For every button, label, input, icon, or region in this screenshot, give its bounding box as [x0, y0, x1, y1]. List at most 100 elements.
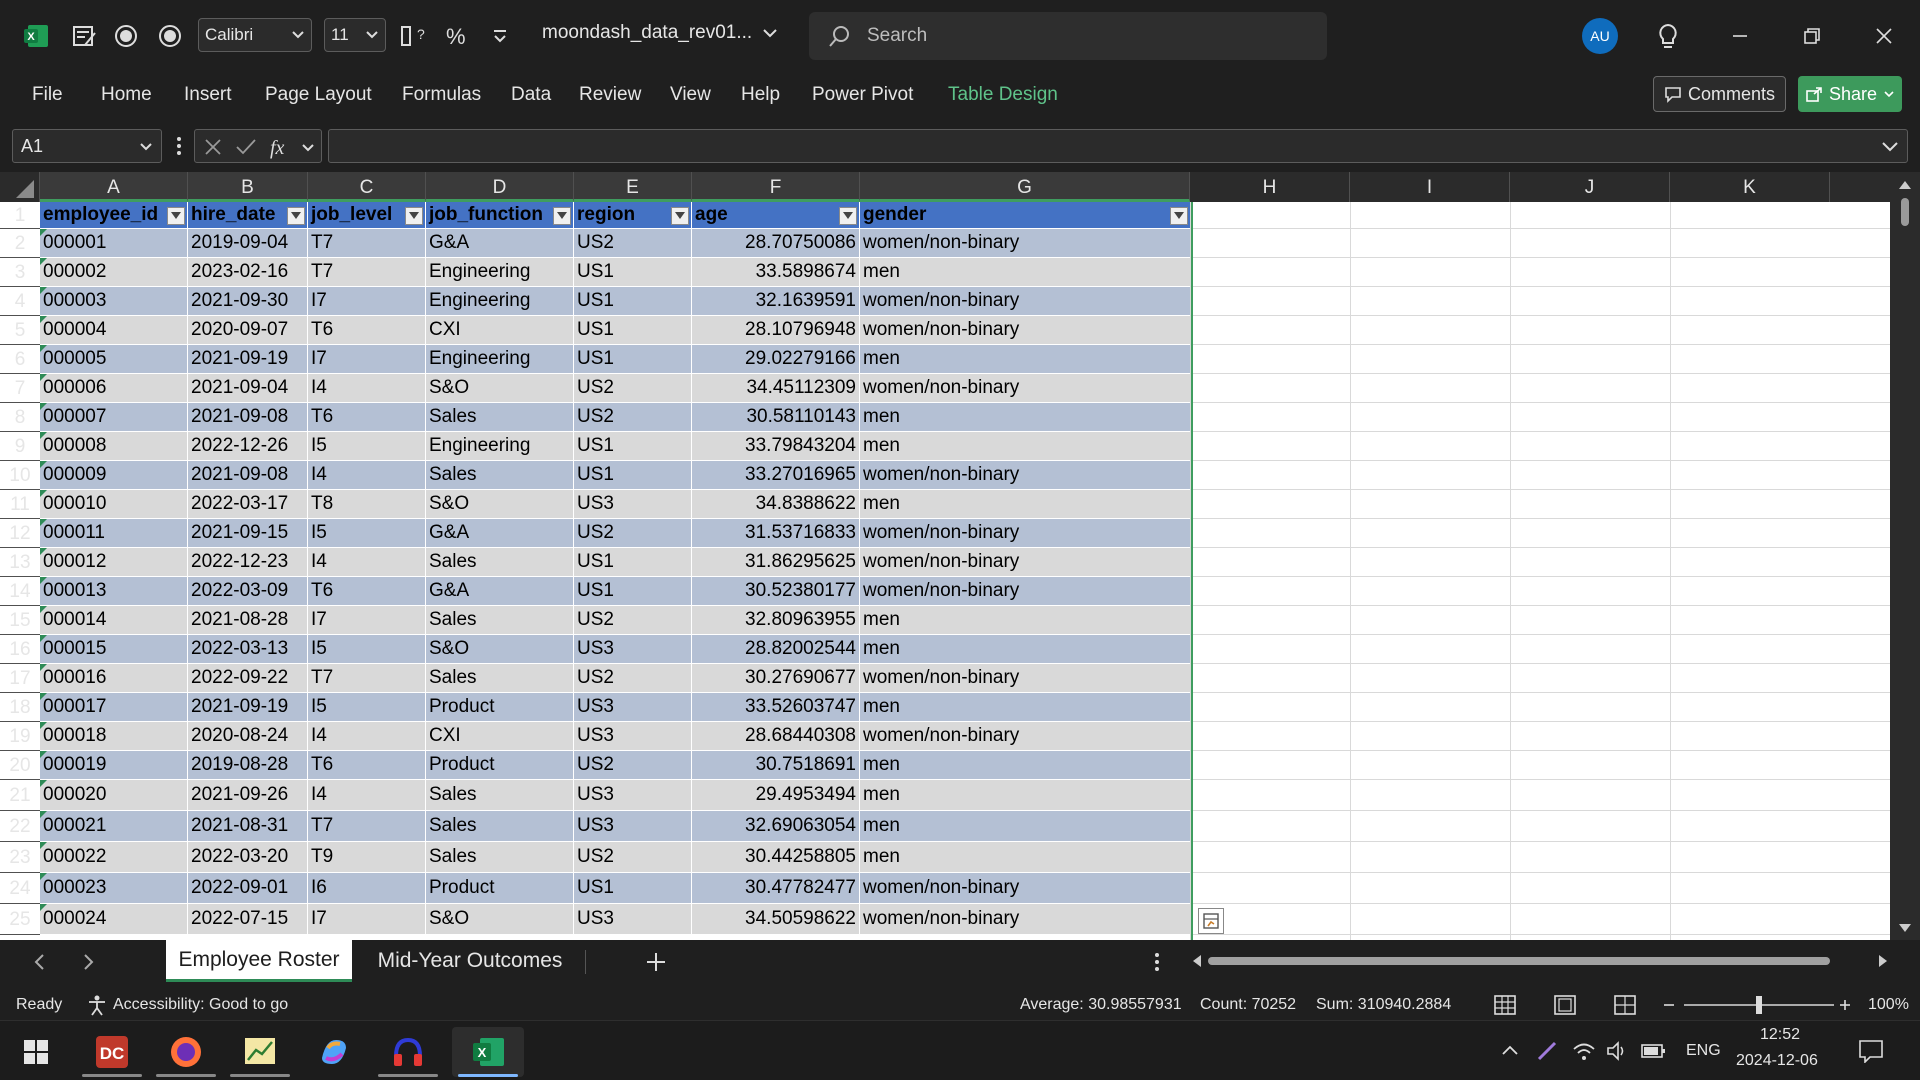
cell-job-function[interactable]: G&A — [426, 519, 574, 547]
row-header-12[interactable]: 12 — [0, 519, 40, 548]
quick-access-form-icon[interactable] — [68, 20, 100, 52]
cell-employee-id[interactable]: 000008 — [40, 432, 188, 460]
cell-gender[interactable]: men — [860, 635, 1190, 663]
wifi-icon[interactable] — [1572, 1040, 1596, 1062]
insert-function-icon[interactable]: fx — [269, 135, 293, 159]
filter-dropdown-icon[interactable] — [287, 207, 305, 225]
column-header-d[interactable]: D — [426, 172, 574, 202]
avatar[interactable]: AU — [1582, 18, 1618, 54]
cell-gender[interactable]: men — [860, 490, 1190, 518]
cell-region[interactable]: US3 — [574, 693, 692, 721]
enter-check-icon[interactable] — [235, 137, 257, 157]
cell-employee-id[interactable]: 000018 — [40, 722, 188, 750]
cell-age[interactable]: 32.69063054 — [692, 811, 860, 841]
sheet-tab-employee-roster[interactable]: Employee Roster — [166, 940, 352, 982]
cell-job-function[interactable]: Sales — [426, 664, 574, 692]
cell-age[interactable]: 33.27016965 — [692, 461, 860, 489]
cell-region[interactable]: US2 — [574, 519, 692, 547]
cell-job-level[interactable]: I7 — [308, 606, 426, 634]
row-header-10[interactable]: 10 — [0, 461, 40, 490]
cell-region[interactable]: US3 — [574, 904, 692, 934]
cell-job-function[interactable]: Engineering — [426, 287, 574, 315]
column-header-f[interactable]: F — [692, 172, 860, 202]
row-header-24[interactable]: 24 — [0, 873, 40, 904]
page-break-view-icon[interactable] — [1614, 995, 1636, 1015]
cell-job-function[interactable]: Product — [426, 873, 574, 903]
column-header-g[interactable]: G — [860, 172, 1190, 202]
cell-employee-id[interactable]: 000017 — [40, 693, 188, 721]
cell-age[interactable]: 30.7518691 — [692, 751, 860, 779]
cell-job-function[interactable]: Engineering — [426, 432, 574, 460]
cell-hire-date[interactable]: 2019-08-28 — [188, 751, 308, 779]
cell-gender[interactable]: men — [860, 258, 1190, 286]
row-header-21[interactable]: 21 — [0, 780, 40, 811]
zoom-in-icon[interactable] — [1838, 998, 1852, 1012]
cell-job-level[interactable]: T7 — [308, 664, 426, 692]
row-header-13[interactable]: 13 — [0, 548, 40, 577]
cell-employee-id[interactable]: 000001 — [40, 229, 188, 257]
more-options-icon[interactable] — [1154, 952, 1160, 972]
cell-hire-date[interactable]: 2022-07-15 — [188, 904, 308, 934]
cell-region[interactable]: US3 — [574, 811, 692, 841]
cell-hire-date[interactable]: 2022-12-23 — [188, 548, 308, 576]
tab-file[interactable]: File — [32, 84, 63, 106]
cell-job-level[interactable]: I4 — [308, 548, 426, 576]
filter-dropdown-icon[interactable] — [839, 207, 857, 225]
cell-job-function[interactable]: Sales — [426, 842, 574, 872]
minimize-icon[interactable] — [1724, 20, 1756, 52]
cell-hire-date[interactable]: 2022-03-13 — [188, 635, 308, 663]
next-sheet-icon[interactable] — [78, 952, 98, 972]
cell-job-function[interactable]: Engineering — [426, 258, 574, 286]
cell-employee-id[interactable]: 000013 — [40, 577, 188, 605]
column-header-e[interactable]: E — [574, 172, 692, 202]
cell-hire-date[interactable]: 2022-09-22 — [188, 664, 308, 692]
cell-gender[interactable]: women/non-binary — [860, 316, 1190, 344]
taskbar-app-chart[interactable] — [224, 1027, 296, 1077]
cell-gender[interactable]: men — [860, 780, 1190, 810]
row-header-20[interactable]: 20 — [0, 751, 40, 780]
cell-gender[interactable]: women/non-binary — [860, 287, 1190, 315]
cell-job-level[interactable]: I7 — [308, 287, 426, 315]
cell-gender[interactable]: men — [860, 606, 1190, 634]
filter-dropdown-icon[interactable] — [167, 207, 185, 225]
record-circle-icon[interactable] — [110, 20, 142, 52]
cell-hire-date[interactable]: 2021-09-15 — [188, 519, 308, 547]
cell-job-level[interactable]: T8 — [308, 490, 426, 518]
tab-home[interactable]: Home — [101, 84, 152, 106]
status-average[interactable]: Average: 30.98557931 — [1020, 996, 1182, 1014]
header-cell-region[interactable]: region — [574, 202, 692, 228]
file-name-dropdown[interactable]: moondash_data_rev01... — [542, 22, 778, 44]
formula-input[interactable] — [328, 129, 1908, 163]
cell-hire-date[interactable]: 2022-03-17 — [188, 490, 308, 518]
header-cell-hire-date[interactable]: hire_date — [188, 202, 308, 228]
row-header-1[interactable]: 1 — [0, 202, 40, 229]
cell-job-level[interactable]: T6 — [308, 316, 426, 344]
cell-employee-id[interactable]: 000011 — [40, 519, 188, 547]
cell-region[interactable]: US2 — [574, 403, 692, 431]
taskbar-app-excel[interactable]: X — [452, 1027, 524, 1077]
cell-job-level[interactable]: T9 — [308, 842, 426, 872]
row-header-23[interactable]: 23 — [0, 842, 40, 873]
cell-region[interactable]: US1 — [574, 873, 692, 903]
row-header-3[interactable]: 3 — [0, 258, 40, 287]
cell-hire-date[interactable]: 2020-08-24 — [188, 722, 308, 750]
cell-employee-id[interactable]: 000004 — [40, 316, 188, 344]
cell-hire-date[interactable]: 2021-09-08 — [188, 403, 308, 431]
cell-gender[interactable]: women/non-binary — [860, 461, 1190, 489]
cell-age[interactable]: 28.10796948 — [692, 316, 860, 344]
cell-employee-id[interactable]: 000006 — [40, 374, 188, 402]
cell-region[interactable]: US2 — [574, 751, 692, 779]
cell-job-level[interactable]: I4 — [308, 461, 426, 489]
header-cell-job-function[interactable]: job_function — [426, 202, 574, 228]
cell-job-level[interactable]: I4 — [308, 780, 426, 810]
cell-hire-date[interactable]: 2021-08-31 — [188, 811, 308, 841]
cell-employee-id[interactable]: 000010 — [40, 490, 188, 518]
row-header-22[interactable]: 22 — [0, 811, 40, 842]
chevron-down-icon[interactable] — [301, 141, 315, 155]
column-header-a[interactable]: A — [40, 172, 188, 202]
scroll-thumb[interactable] — [1208, 957, 1830, 965]
cell-region[interactable]: US1 — [574, 258, 692, 286]
cell-job-level[interactable]: T6 — [308, 751, 426, 779]
tab-review[interactable]: Review — [579, 84, 641, 106]
status-count[interactable]: Count: 70252 — [1200, 996, 1296, 1014]
